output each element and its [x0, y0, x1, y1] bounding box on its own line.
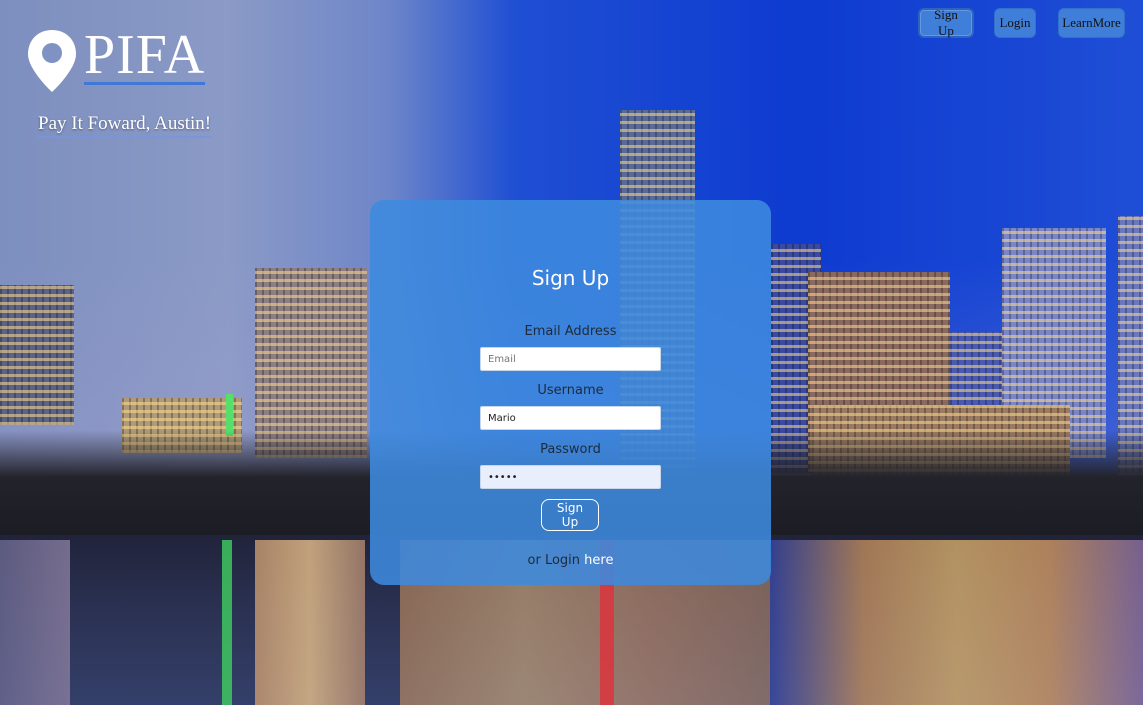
brand-title: PIFA	[84, 24, 206, 86]
password-label: Password	[540, 442, 601, 457]
brand-tagline: Pay It Foward, Austin!	[38, 113, 212, 138]
login-here-link[interactable]: here	[584, 553, 613, 568]
login-alternative: or Login here	[370, 553, 771, 568]
nav-login-button[interactable]: Login	[994, 8, 1036, 38]
form-title: Sign Up	[531, 266, 610, 290]
username-label: Username	[537, 383, 604, 398]
email-input[interactable]	[480, 347, 661, 371]
login-alt-prefix: or Login	[527, 553, 581, 568]
password-input[interactable]	[480, 465, 661, 489]
map-pin-icon	[28, 30, 76, 92]
email-label: Email Address	[524, 324, 617, 339]
nav-learn-more-button[interactable]: LearnMore	[1058, 8, 1125, 38]
brand-logo: PIFA	[26, 24, 206, 94]
nav-signup-button[interactable]: Sign Up	[918, 7, 974, 38]
signup-submit-button[interactable]: Sign Up	[541, 499, 599, 531]
username-input[interactable]	[480, 406, 661, 430]
signup-form-card: Sign Up Email Address Username Password …	[370, 200, 771, 585]
